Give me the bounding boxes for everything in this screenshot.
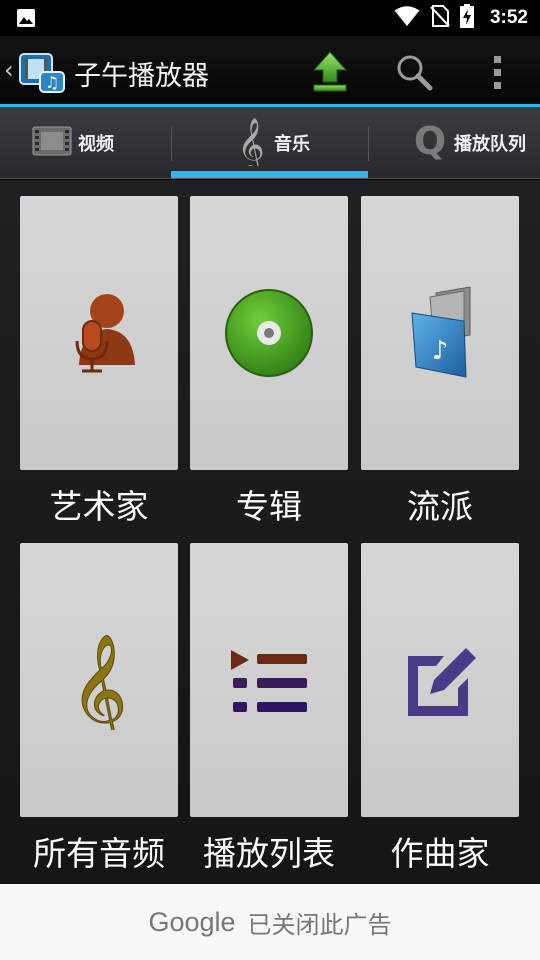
tile-label-genres: 流派 <box>407 487 473 526</box>
composer-edit-icon <box>390 630 490 730</box>
ad-banner[interactable]: Google 已关闭此广告 <box>0 884 540 960</box>
music-category-grid: ♪ 艺术家 专辑 流派 𝄞 所有音频 播放列表 作曲家 <box>0 180 540 884</box>
tile-all-audio[interactable]: 𝄞 <box>20 543 178 817</box>
svg-text:Q: Q <box>414 121 446 161</box>
svg-text:𝄞: 𝄞 <box>71 633 128 730</box>
tab-bar: 视频 𝄞 音乐 Q 播放队列 <box>0 107 540 179</box>
album-disc-icon <box>219 283 319 383</box>
tile-artists[interactable] <box>20 196 178 470</box>
tile-albums[interactable] <box>190 196 348 470</box>
tile-label-playlists: 播放列表 <box>203 834 335 873</box>
wifi-icon <box>394 5 420 31</box>
tab-music[interactable]: 𝄞 音乐 <box>234 107 310 179</box>
tab-bottom-line <box>0 178 540 179</box>
tile-label-albums: 专辑 <box>236 487 302 526</box>
back-chevron-icon[interactable]: ‹ <box>4 56 14 84</box>
film-strip-icon <box>32 123 72 163</box>
status-time: 3:52 <box>489 7 528 28</box>
queue-q-icon: Q <box>412 119 448 165</box>
search-icon[interactable] <box>392 50 436 94</box>
tile-playlists[interactable] <box>190 543 348 817</box>
tile-label-all-audio: 所有音频 <box>33 834 165 873</box>
genre-folder-icon: ♪ <box>390 283 490 383</box>
tab-label: 视频 <box>78 134 114 155</box>
playlist-icon <box>219 630 319 730</box>
tab-divider <box>171 127 172 161</box>
app-logo-icon[interactable]: ♫ <box>18 50 66 94</box>
tile-genres[interactable]: ♪ <box>361 196 519 470</box>
svg-text:♪: ♪ <box>432 336 449 366</box>
artist-microphone-icon <box>49 283 149 383</box>
tile-composers[interactable] <box>361 543 519 817</box>
action-bar: ‹ ♫ 子午播放器 <box>0 36 540 104</box>
svg-text:𝄞: 𝄞 <box>237 117 264 166</box>
tab-label: 音乐 <box>274 134 310 155</box>
upload-icon[interactable] <box>306 48 354 96</box>
tab-play-queue[interactable]: Q 播放队列 <box>412 107 526 179</box>
status-bar: 3:52 <box>0 0 540 36</box>
app-title: 子午播放器 <box>74 61 209 92</box>
tile-label-composers: 作曲家 <box>390 834 490 873</box>
no-sim-icon <box>430 4 450 32</box>
image-notification-icon <box>16 8 36 32</box>
ad-closed-text: 已关闭此广告 <box>247 910 392 939</box>
tab-selected-indicator <box>171 171 368 178</box>
ad-brand: Google <box>148 906 236 937</box>
svg-text:♫: ♫ <box>45 73 59 92</box>
tab-label: 播放队列 <box>454 134 526 155</box>
tab-divider <box>368 127 369 161</box>
tile-label-artists: 艺术家 <box>49 487 149 526</box>
overflow-menu-icon[interactable] <box>480 50 516 94</box>
treble-clef-icon: 𝄞 <box>49 630 149 751</box>
battery-charging-icon <box>459 4 474 32</box>
treble-clef-icon: 𝄞 <box>234 116 268 173</box>
tab-video[interactable]: 视频 <box>32 107 114 179</box>
